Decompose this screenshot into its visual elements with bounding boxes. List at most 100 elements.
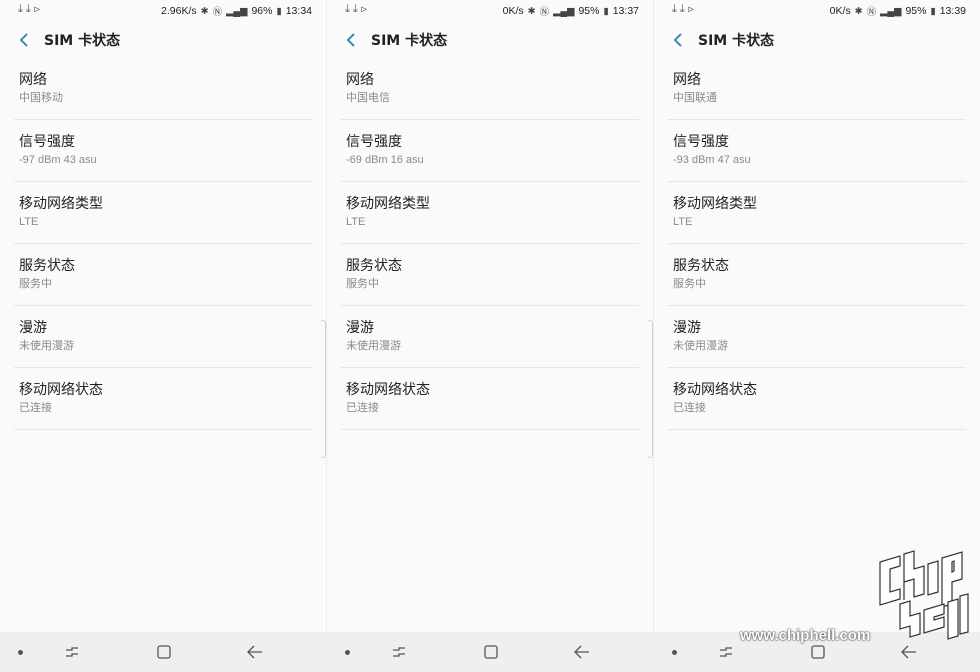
home-icon[interactable] <box>808 642 828 662</box>
list-item-roaming[interactable]: 漫游 未使用漫游 <box>14 306 312 368</box>
bluetooth-icon: ✱ <box>200 5 209 17</box>
list-item-network-type[interactable]: 移动网络类型 LTE <box>668 182 966 244</box>
signal-icon: ▂▄▆ <box>553 5 575 17</box>
item-label: 服务状态 <box>19 258 75 274</box>
item-label: 网络 <box>673 72 701 88</box>
item-label: 漫游 <box>346 320 374 336</box>
battery-percent: 95% <box>905 5 927 17</box>
back-arrow-icon[interactable] <box>245 642 265 662</box>
item-value: LTE <box>346 216 366 228</box>
item-label: 服务状态 <box>346 258 402 274</box>
item-label: 漫游 <box>673 320 701 336</box>
clock: 13:37 <box>612 5 639 17</box>
recent-apps-icon[interactable] <box>62 642 82 662</box>
screen-panel-2: ⤓⤓⊳ 0K/s ✱ Ⓝ ▂▄▆ 95% ▮ 13:37 SIM 卡状态 网络中… <box>327 0 653 672</box>
signal-icon: ▂▄▆ <box>880 5 902 17</box>
battery-icon: ▮ <box>603 5 609 17</box>
item-label: 移动网络类型 <box>673 196 757 212</box>
item-value: -97 dBm 43 asu <box>19 154 97 166</box>
chevron-left-icon <box>346 33 355 47</box>
back-button[interactable] <box>339 28 363 52</box>
list-item-network-state[interactable]: 移动网络状态 已连接 <box>14 368 312 430</box>
item-label: 网络 <box>19 72 47 88</box>
clock: 13:34 <box>285 5 312 17</box>
notification-icons: ⤓⤓⊳ <box>18 3 44 15</box>
network-speed: 0K/s <box>829 5 851 17</box>
bluetooth-icon: ✱ <box>854 5 863 17</box>
battery-percent: 96% <box>251 5 273 17</box>
notification-icons: ⤓⤓⊳ <box>345 3 371 15</box>
item-label: 漫游 <box>19 320 47 336</box>
list-item-network[interactable]: 网络 中国移动 <box>14 58 312 120</box>
nfc-icon: Ⓝ <box>866 7 877 18</box>
item-label: 服务状态 <box>673 258 729 274</box>
item-label: 移动网络状态 <box>19 382 103 398</box>
home-icon[interactable] <box>154 642 174 662</box>
navigation-bar <box>0 632 326 672</box>
item-value: 中国联通 <box>673 92 717 104</box>
nav-dot-icon <box>672 650 677 655</box>
list-item-service-state[interactable]: 服务状态 服务中 <box>668 244 966 306</box>
list-item-service-state[interactable]: 服务状态 服务中 <box>341 244 639 306</box>
list-item-network[interactable]: 网络 中国联通 <box>668 58 966 120</box>
item-value: 中国移动 <box>19 92 63 104</box>
status-bar: ⤓⤓⊳ 2.96K/s ✱ Ⓝ ▂▄▆ 96% ▮ 13:34 <box>0 0 326 20</box>
item-value: 服务中 <box>19 278 52 290</box>
recent-apps-icon[interactable] <box>389 642 409 662</box>
sim-status-list: 网络 中国电信 信号强度 -69 dBm 16 asu 移动网络类型 LTE 服务状态… <box>341 58 639 430</box>
chevron-left-icon <box>19 33 28 47</box>
list-item-network-state[interactable]: 移动网络状态 已连接 <box>341 368 639 430</box>
notification-icons: ⤓⤓⊳ <box>672 3 698 15</box>
screen-panel-3: ⤓⤓⊳ 0K/s ✱ Ⓝ ▂▄▆ 95% ▮ 13:39 SIM 卡状态 网络中… <box>654 0 980 672</box>
item-value: 未使用漫游 <box>673 340 728 352</box>
item-value: -69 dBm 16 asu <box>346 154 424 166</box>
item-label: 信号强度 <box>673 134 729 150</box>
bluetooth-icon: ✱ <box>527 5 536 17</box>
battery-percent: 95% <box>578 5 600 17</box>
item-value: LTE <box>19 216 39 228</box>
back-button[interactable] <box>666 28 690 52</box>
nfc-icon: Ⓝ <box>539 7 550 18</box>
item-value: 已连接 <box>346 402 379 414</box>
item-label: 信号强度 <box>346 134 402 150</box>
list-item-roaming[interactable]: 漫游 未使用漫游 <box>341 306 639 368</box>
chevron-left-icon <box>673 33 682 47</box>
back-arrow-icon[interactable] <box>899 642 919 662</box>
back-arrow-icon[interactable] <box>572 642 592 662</box>
home-icon[interactable] <box>481 642 501 662</box>
nfc-icon: Ⓝ <box>212 7 223 18</box>
sim-status-list: 网络中国移动 信号强度 -97 dBm 43 asu 移动网络类型 LTE 服务状态… <box>14 58 312 430</box>
item-value: 中国电信 <box>346 92 390 104</box>
page-title: SIM 卡状态 <box>44 33 121 49</box>
item-value: 服务中 <box>673 278 706 290</box>
item-label: 移动网络状态 <box>346 382 430 398</box>
list-item-network-state[interactable]: 移动网络状态 已连接 <box>668 368 966 430</box>
item-value: 已连接 <box>19 402 52 414</box>
item-value: 服务中 <box>346 278 379 290</box>
list-item-roaming[interactable]: 漫游 未使用漫游 <box>668 306 966 368</box>
item-value: 未使用漫游 <box>19 340 74 352</box>
item-label: 移动网络类型 <box>346 196 430 212</box>
screen-panel-1: ⤓⤓⊳ 2.96K/s ✱ Ⓝ ▂▄▆ 96% ▮ 13:34 SIM 卡状态 … <box>0 0 326 672</box>
sim-status-list: 网络中国联通 信号强度 -93 dBm 47 asu 移动网络类型 LTE 服务状态… <box>668 58 966 430</box>
nav-dot-icon <box>345 650 350 655</box>
list-item-signal-strength[interactable]: 信号强度 -97 dBm 43 asu <box>14 120 312 182</box>
item-label: 移动网络状态 <box>673 382 757 398</box>
recent-apps-icon[interactable] <box>716 642 736 662</box>
item-value: 已连接 <box>673 402 706 414</box>
battery-icon: ▮ <box>276 5 282 17</box>
nav-dot-icon <box>18 650 23 655</box>
list-item-network[interactable]: 网络 中国电信 <box>341 58 639 120</box>
list-item-service-state[interactable]: 服务状态 服务中 <box>14 244 312 306</box>
list-item-network-type[interactable]: 移动网络类型 LTE <box>341 182 639 244</box>
back-button[interactable] <box>12 28 36 52</box>
list-item-signal-strength[interactable]: 信号强度 -69 dBm 16 asu <box>341 120 639 182</box>
item-value: -93 dBm 47 asu <box>673 154 751 166</box>
clock: 13:39 <box>939 5 966 17</box>
status-bar: ⤓⤓⊳ 0K/s ✱ Ⓝ ▂▄▆ 95% ▮ 13:37 <box>327 0 653 20</box>
network-speed: 2.96K/s <box>161 5 197 17</box>
item-label: 移动网络类型 <box>19 196 103 212</box>
navigation-bar <box>327 632 653 672</box>
list-item-signal-strength[interactable]: 信号强度 -93 dBm 47 asu <box>668 120 966 182</box>
list-item-network-type[interactable]: 移动网络类型 LTE <box>14 182 312 244</box>
